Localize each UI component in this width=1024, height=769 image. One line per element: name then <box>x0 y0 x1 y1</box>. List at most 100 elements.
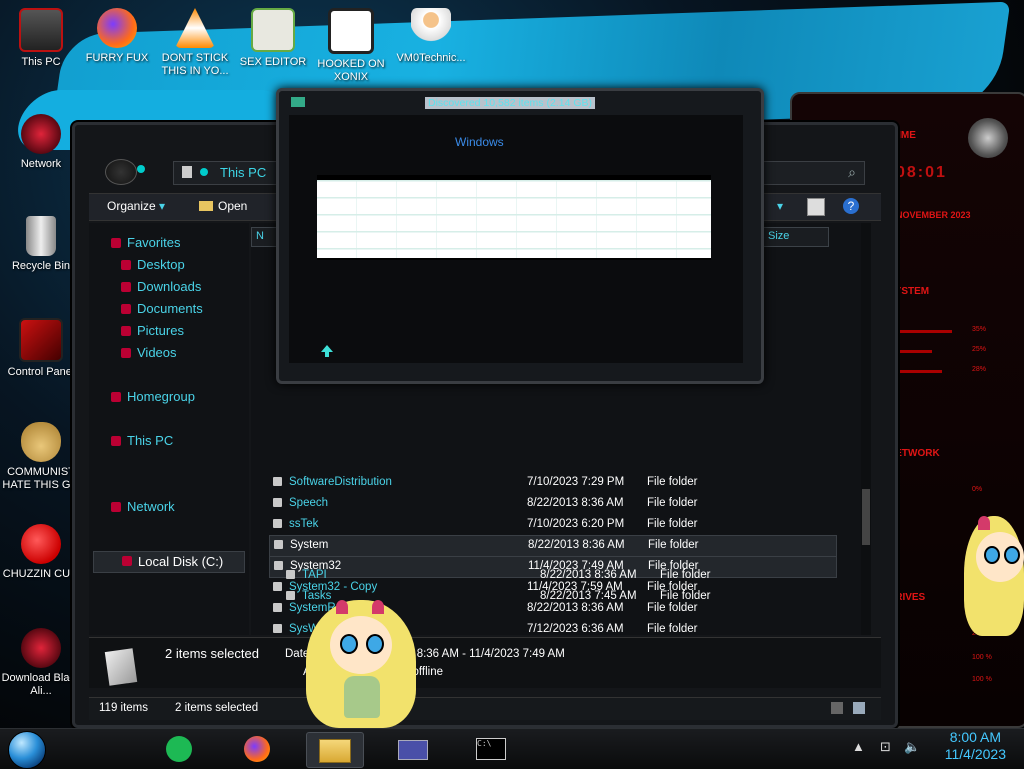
open-button[interactable]: Open <box>199 199 247 213</box>
nav-homegroup[interactable]: Homegroup <box>111 389 195 404</box>
nav-desktop[interactable]: Desktop <box>121 257 185 272</box>
taskbar-file-explorer[interactable] <box>306 732 364 768</box>
xonix-game-icon <box>328 8 374 54</box>
folder-icon <box>286 591 295 600</box>
taskbar-clock[interactable]: 8:00 AM 11/4/2023 <box>945 729 1006 763</box>
disk-usage-bar <box>892 370 942 373</box>
cpu-usage-bar <box>892 330 952 333</box>
control-panel-icon <box>19 318 63 362</box>
vertical-scrollbar[interactable] <box>861 223 871 635</box>
destination-link[interactable]: Windows <box>455 135 504 149</box>
address-text: This PC <box>220 165 267 180</box>
search-icon[interactable]: ⌕ <box>848 164 856 181</box>
desktop-icon-vm0technic[interactable]: VM0Technic... <box>390 8 472 65</box>
network-icon <box>111 502 121 512</box>
nav-favorites[interactable]: Favorites <box>111 235 180 250</box>
volume-icon[interactable]: 🔈 <box>904 739 920 755</box>
copy-progress-dialog[interactable]: Discovered 10,582 items (2.14 GB) Window… <box>276 88 764 384</box>
downloads-icon <box>121 282 131 292</box>
desktop-icon <box>121 260 131 270</box>
breadcrumb-dot-icon <box>200 168 208 176</box>
nav-this-pc[interactable]: This PC <box>111 433 173 448</box>
thumbnails-view-icon[interactable] <box>853 702 865 714</box>
folder-icon <box>273 603 282 612</box>
network-tray-icon[interactable]: ⊡ <box>880 739 891 755</box>
scrollbar-thumb[interactable] <box>862 489 870 545</box>
cmd-icon: C:\ <box>476 738 506 760</box>
money-bag-icon <box>21 422 61 462</box>
nav-downloads[interactable]: Downloads <box>121 279 201 294</box>
nav-documents[interactable]: Documents <box>121 301 203 316</box>
vlc-cone-icon <box>175 8 215 48</box>
drive-icon <box>122 556 132 566</box>
desktop-icon-control-panel[interactable]: Control Panel <box>0 318 82 379</box>
desktop-icon-communist[interactable]: COMMUNIST HATE THIS G... <box>0 422 82 492</box>
red-chuzzle-icon <box>21 524 61 564</box>
desktop-icon-chuzzin-cum[interactable]: CHUZZIN CUM <box>0 524 82 581</box>
videos-icon <box>121 348 131 358</box>
table-row[interactable]: ssTek 7/10/2023 6:20 PM File folder <box>269 515 835 535</box>
documents-icon <box>121 304 131 314</box>
technician-person-icon <box>411 8 451 48</box>
table-row[interactable]: Speech 8/22/2013 8:36 AM File folder <box>269 494 835 514</box>
cartoon-sticker-right <box>964 516 1024 636</box>
details-view-icon[interactable] <box>831 702 843 714</box>
ram-usage-bar <box>892 350 932 353</box>
organize-button[interactable]: Organize ▾ <box>107 199 165 213</box>
navigation-pane: Favorites Desktop Downloads Documents Pi… <box>89 223 249 635</box>
desktop-icon-sex-editor[interactable]: SEX EDITOR <box>232 8 314 69</box>
view-options-dropdown[interactable]: ▾ <box>777 199 783 213</box>
desktop-icon-recycle-bin[interactable]: Recycle Bin <box>0 216 82 273</box>
desktop-icon-download-black-alien[interactable]: Download Black Ali... <box>0 628 82 698</box>
desktop-icon-network[interactable]: Network <box>0 114 82 171</box>
table-row[interactable]: SoftwareDistribution 7/10/2023 7:29 PM Fil… <box>269 473 835 493</box>
homegroup-icon <box>111 392 121 402</box>
taskbar-app-window[interactable] <box>384 732 440 766</box>
status-bar: 119 items 2 items selected <box>89 697 881 720</box>
spotify-icon <box>166 736 192 762</box>
dialog-title: Discovered 10,582 items (2.14 GB) <box>425 97 595 109</box>
computer-icon <box>19 8 63 52</box>
nav-local-disk-selected[interactable]: Local Disk (C:) <box>93 551 245 573</box>
taskbar: C:\ ▲ ⊡ 🔈 8:00 AM 11/4/2023 <box>0 728 1024 769</box>
column-header-size[interactable]: Size <box>763 227 829 247</box>
taskbar-command-prompt[interactable]: C:\ <box>462 732 518 766</box>
forward-button[interactable] <box>137 165 145 173</box>
selection-thumbnail <box>104 648 138 686</box>
pictures-icon <box>121 326 131 336</box>
taskbar-firefox[interactable] <box>230 732 286 766</box>
desktop-icon-dont-stick[interactable]: DONT STICK THIS IN YO... <box>154 8 236 78</box>
details-pane: 2 items selected Date modified: 8/22/201… <box>89 637 881 688</box>
folder-icon <box>273 477 282 486</box>
alien-head-icon <box>968 118 1008 158</box>
alien-download-icon <box>21 628 61 668</box>
nav-pictures[interactable]: Pictures <box>121 323 184 338</box>
alien-network-icon <box>21 114 61 154</box>
nav-videos[interactable]: Videos <box>121 345 177 360</box>
desktop-icon-hooked-on-xonix[interactable]: HOOKED ON XONIX <box>310 8 392 84</box>
preview-pane-icon[interactable] <box>807 198 825 216</box>
desktop-icon-this-pc[interactable]: This PC <box>0 8 82 69</box>
firefox-icon <box>244 736 270 762</box>
folder-icon <box>273 498 282 507</box>
hxd-editor-icon <box>251 8 295 52</box>
folder-icon <box>273 519 282 528</box>
more-details-arrow-icon[interactable] <box>319 343 335 359</box>
folder-icon <box>273 582 282 591</box>
folder-icon <box>274 540 283 549</box>
copy-icon <box>291 97 305 107</box>
progress-graph <box>317 175 711 260</box>
table-row[interactable]: TAPI 8/22/2013 8:36 AM File folder <box>282 566 848 586</box>
taskbar-spotify[interactable] <box>152 732 208 766</box>
window-icon <box>398 740 428 760</box>
dialog-body: Windows <box>289 115 743 363</box>
start-button[interactable] <box>8 731 46 769</box>
folder-icon <box>319 739 351 763</box>
table-row-selected[interactable]: System 8/22/2013 8:36 AM File folder <box>269 535 837 557</box>
desktop-icon-furry-fux[interactable]: FURRY FUX <box>76 8 158 65</box>
nav-network[interactable]: Network <box>111 499 175 514</box>
back-button[interactable] <box>105 159 137 185</box>
show-hidden-icons-icon[interactable]: ▲ <box>852 739 865 754</box>
help-icon[interactable]: ? <box>843 198 859 214</box>
star-icon <box>111 238 121 248</box>
